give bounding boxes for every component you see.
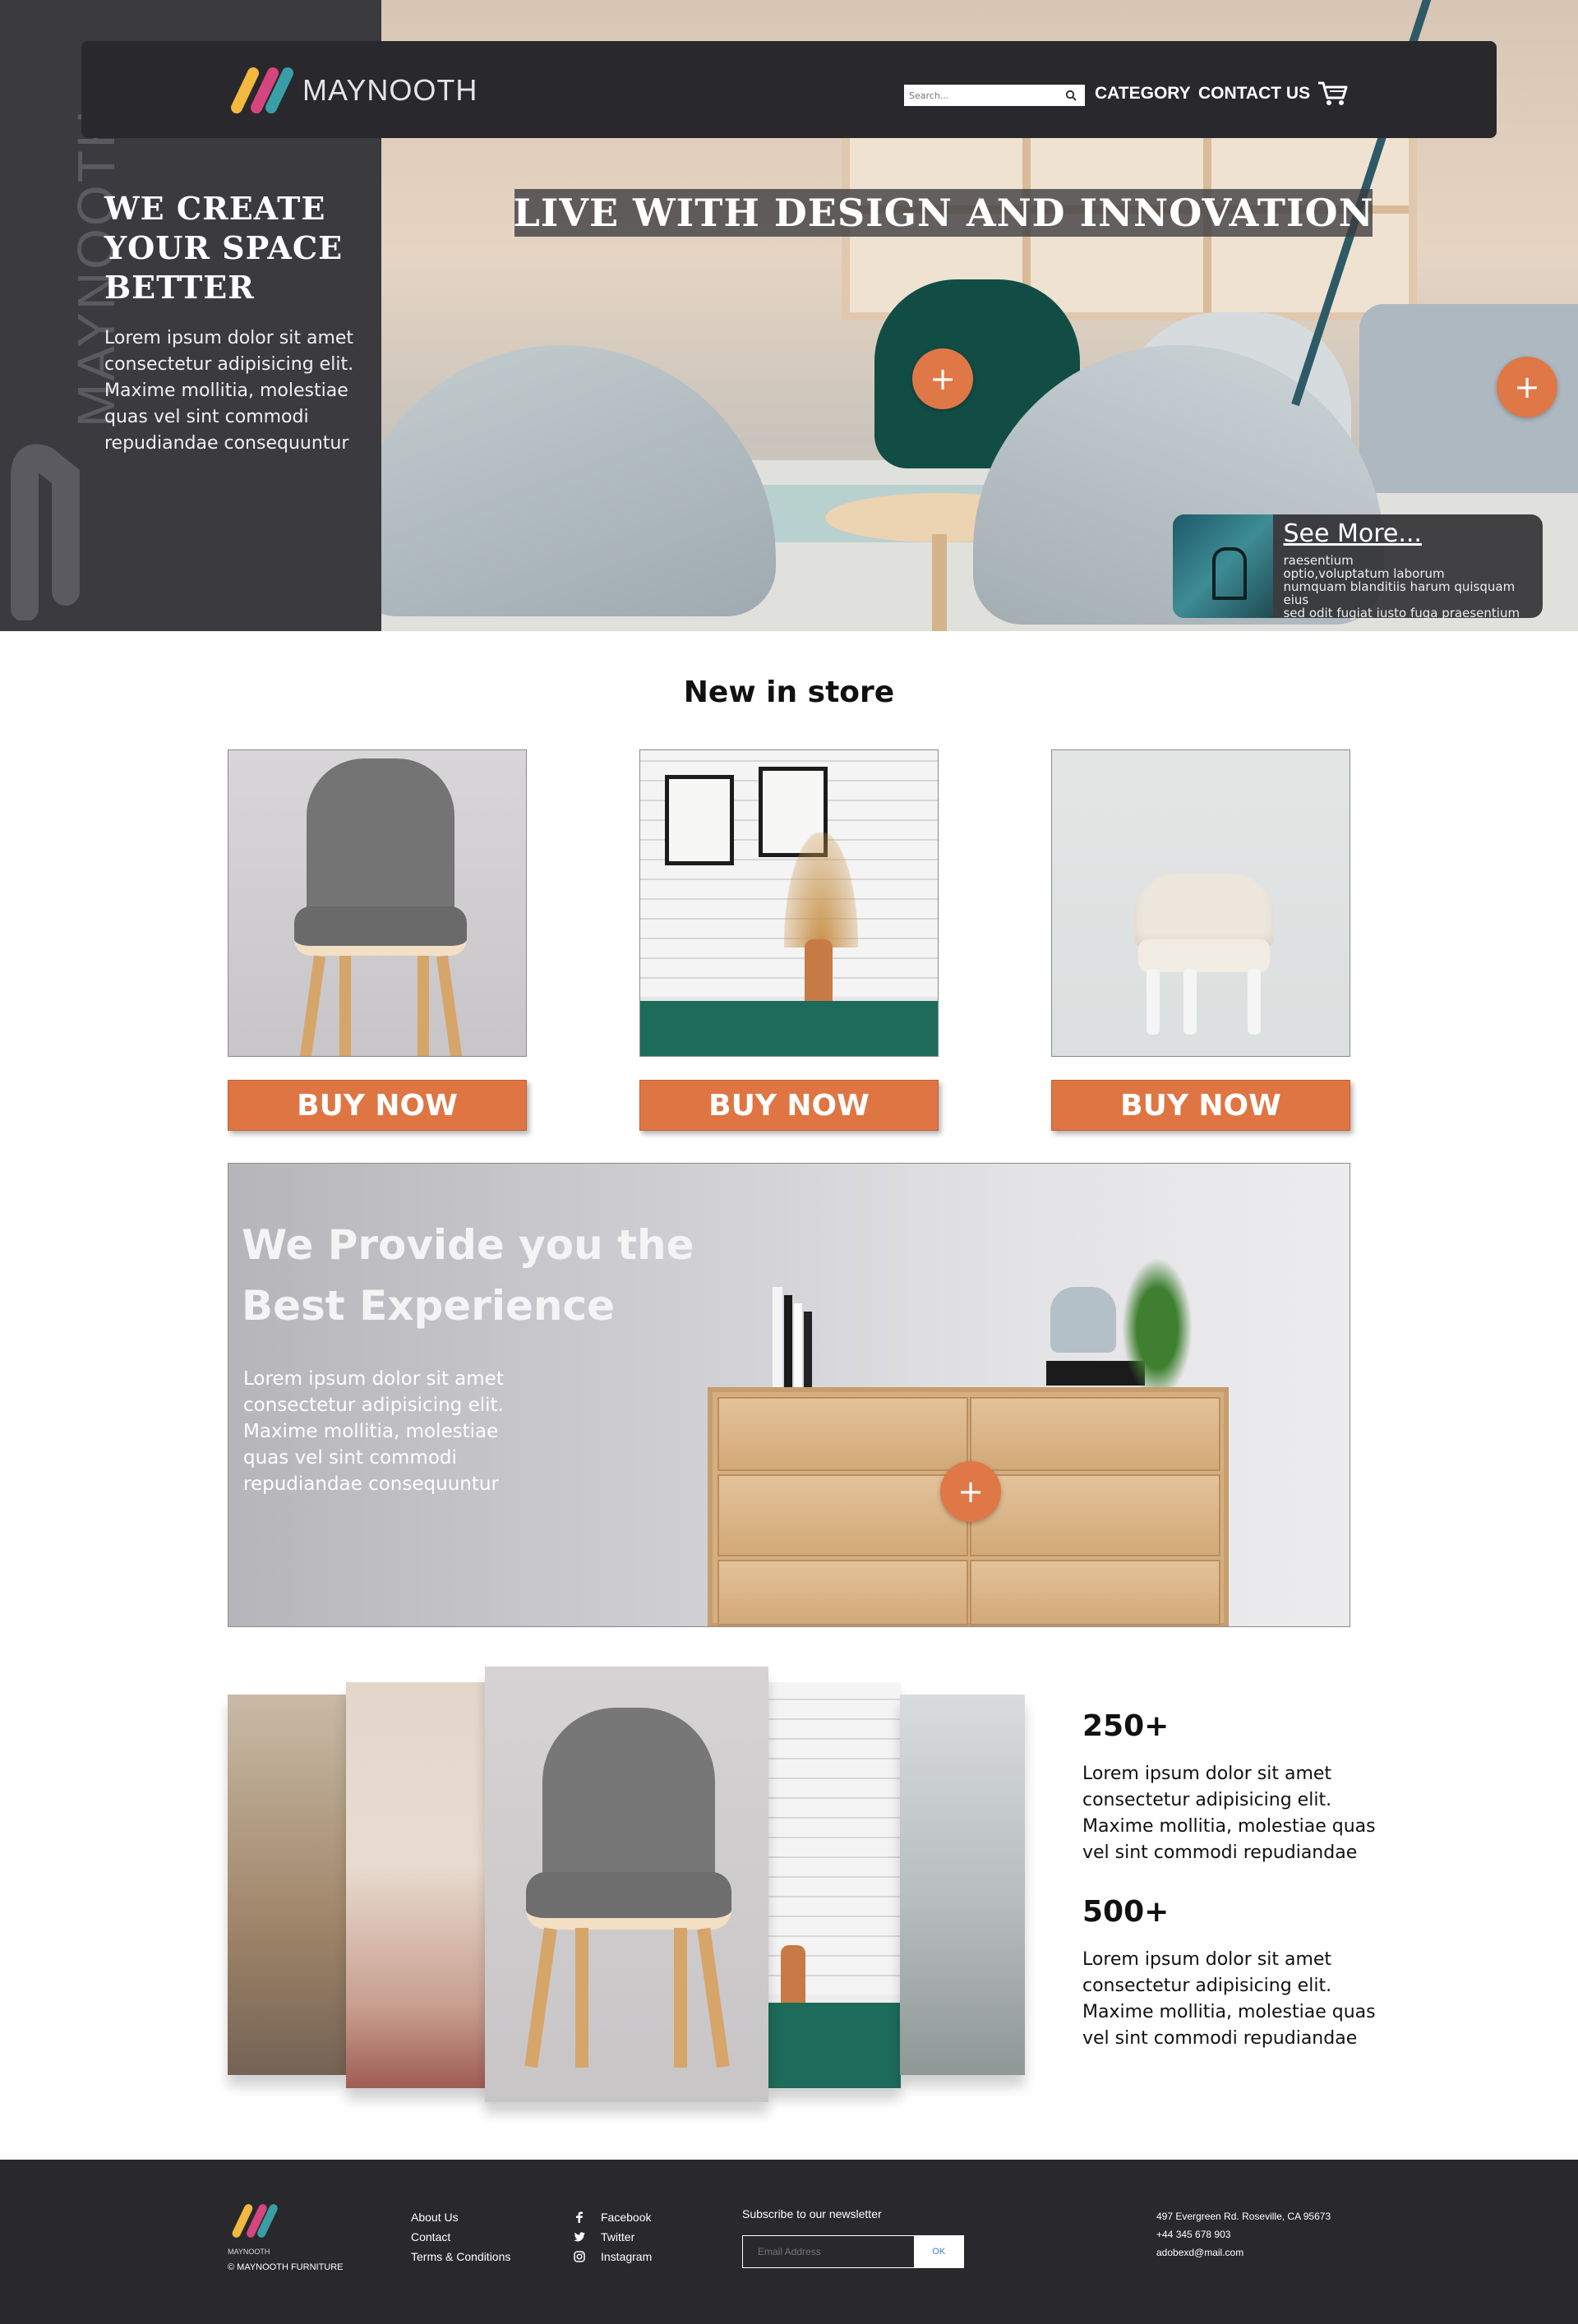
instagram-icon <box>573 2250 586 2263</box>
buy-now-button[interactable]: BUY NOW <box>639 1080 939 1131</box>
footer-social: Facebook Twitter Instagram <box>573 2207 652 2266</box>
stat-description: Lorem ipsum dolor sit amet consectetur a… <box>1082 1764 1376 1863</box>
logo-mark-icon <box>231 67 293 113</box>
hero-body: Lorem ipsum dolor sit amet consectetur a… <box>104 328 354 454</box>
hero-banner: LIVE WITH DESIGN AND INNOVATION <box>513 189 1374 237</box>
social-twitter-link[interactable]: Twitter <box>573 2227 652 2247</box>
search-box <box>904 85 1085 106</box>
vertical-brand-watermark: MAYNOOTH <box>67 107 126 427</box>
product-image-white-armchair[interactable] <box>1051 749 1350 1057</box>
search-icon[interactable] <box>1060 85 1082 105</box>
hotspot-plus-button[interactable]: + <box>912 348 973 409</box>
brand-mark-watermark <box>11 444 80 620</box>
new-in-store-title: New in store <box>683 676 895 709</box>
brand-name: MAYNOOTH <box>302 73 478 107</box>
newsletter-ok-button[interactable]: OK <box>914 2236 963 2267</box>
facebook-icon <box>573 2211 586 2224</box>
stat-block: 250+ Lorem ipsum dolor sit amet consecte… <box>1082 1709 1378 1866</box>
hotspot-plus-button[interactable]: + <box>1497 357 1557 417</box>
collage-image-decor-vase[interactable] <box>766 1682 901 2088</box>
footer-address: 497 Evergreen Rd. Roseville, CA 95673 <box>1156 2211 1331 2222</box>
footer-link-about[interactable]: About Us <box>411 2207 510 2227</box>
nav-category-link[interactable]: CATEGORY <box>1095 84 1191 104</box>
see-more-thumbnail <box>1173 514 1274 618</box>
newsletter-signup: Subscribe to our newsletter OK <box>742 2207 964 2268</box>
footer-logo-icon[interactable] <box>228 2202 279 2239</box>
twitter-icon <box>573 2230 586 2243</box>
stat-description: Lorem ipsum dolor sit amet consectetur a… <box>1082 1949 1376 2049</box>
product-image-decor-vase[interactable] <box>639 749 939 1057</box>
hero-banner-text: LIVE WITH DESIGN AND INNOVATION <box>513 191 1374 235</box>
site-footer: MAYNOOTH © MAYNOOTH FURNITURE About Us C… <box>0 2160 1578 2324</box>
search-input[interactable] <box>904 85 1060 105</box>
newsletter-email-input[interactable] <box>743 2236 915 2267</box>
experience-body: Lorem ipsum dolor sit amet consectetur a… <box>243 1368 504 1495</box>
footer-email[interactable]: adobexd@mail.com <box>1156 2243 1331 2262</box>
experience-banner: We Provide you the Best Experience Lorem… <box>228 1163 1350 1627</box>
hotspot-plus-button[interactable]: + <box>940 1461 1001 1522</box>
hero-text-block: WE CREATE YOUR SPACE BETTER Lorem ipsum … <box>104 189 367 457</box>
social-instagram-link[interactable]: Instagram <box>573 2247 652 2266</box>
collage-image-grey-chair[interactable] <box>485 1667 768 2102</box>
collage-image-armchair[interactable] <box>346 1682 490 2088</box>
product-card: BUY NOW <box>1051 749 1350 1131</box>
footer-links: About Us Contact Terms & Conditions <box>411 2207 510 2266</box>
see-more-body: raesentium optio,voluptatum laborum numq… <box>1283 553 1520 620</box>
footer-contact-info: 497 Evergreen Rd. Roseville, CA 95673 +4… <box>1156 2207 1331 2262</box>
nav-contact-link[interactable]: CONTACT US <box>1198 84 1310 104</box>
newsletter-label: Subscribe to our newsletter <box>742 2207 882 2220</box>
social-facebook-link[interactable]: Facebook <box>573 2207 652 2227</box>
see-more-link[interactable]: See More... <box>1283 519 1533 549</box>
brand-logo[interactable]: MAYNOOTH <box>225 64 478 117</box>
footer-link-contact[interactable]: Contact <box>411 2227 510 2247</box>
product-image-grey-chair[interactable] <box>228 749 527 1057</box>
cart-icon[interactable] <box>1317 80 1350 108</box>
product-card: BUY NOW <box>639 749 939 1131</box>
buy-now-button[interactable]: BUY NOW <box>228 1080 527 1131</box>
hero-headline: WE CREATE YOUR SPACE BETTER <box>104 190 344 306</box>
stat-number: 250+ <box>1082 1709 1170 1743</box>
collage-image-sofa[interactable] <box>900 1695 1025 2075</box>
top-navbar: MAYNOOTH CATEGORY CONTACT US <box>81 41 1497 138</box>
books-decor <box>768 1279 825 1390</box>
experience-title: We Provide you the Best Experience <box>242 1221 694 1330</box>
stat-number: 500+ <box>1082 1895 1170 1929</box>
photo-collage <box>228 1664 1033 2108</box>
collage-image-living-room[interactable] <box>228 1695 347 2075</box>
footer-copyright: © MAYNOOTH FURNITURE <box>228 2262 344 2272</box>
see-more-card[interactable]: See More... raesentium optio,voluptatum … <box>1173 514 1543 620</box>
buy-now-button[interactable]: BUY NOW <box>1051 1080 1350 1131</box>
footer-brand-name: MAYNOOTH <box>228 2248 270 2256</box>
product-card: BUY NOW <box>228 749 527 1131</box>
footer-phone: +44 345 678 903 <box>1156 2229 1231 2240</box>
stat-block: 500+ Lorem ipsum dolor sit amet consecte… <box>1082 1895 1378 2052</box>
footer-link-terms[interactable]: Terms & Conditions <box>411 2247 510 2266</box>
